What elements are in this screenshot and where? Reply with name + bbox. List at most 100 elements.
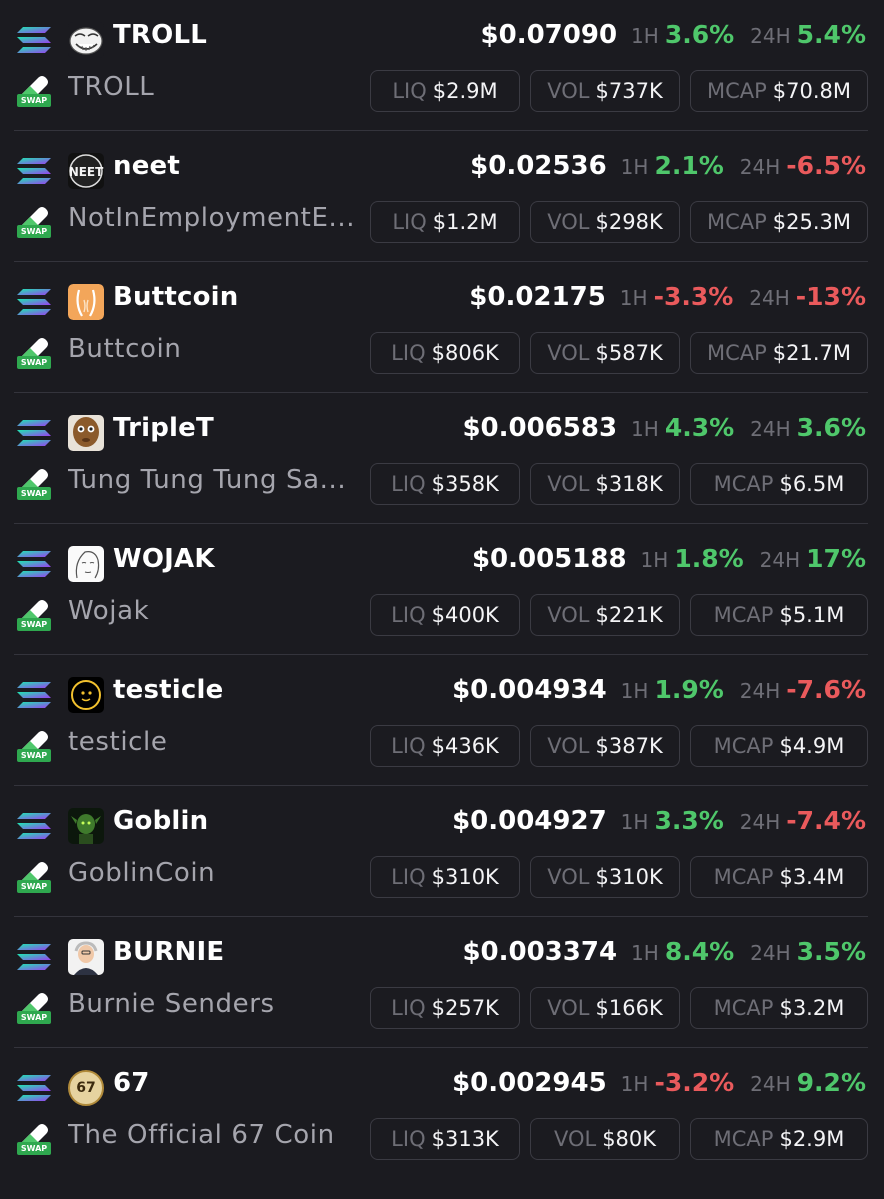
token-symbol[interactable]: Goblin <box>113 806 208 836</box>
price-line: $0.02536 1H 2.1% 24H -6.5% <box>470 151 866 181</box>
liquidity-pill: LIQ $1.2M <box>370 201 520 243</box>
change-24h-label: 24H <box>750 417 791 441</box>
token-row[interactable]: SWAP BURNIE Burnie Senders $0.003374 1H 8.4% 2… <box>14 917 868 1048</box>
change-24h-value: -13% <box>795 282 866 311</box>
swap-icon[interactable]: SWAP <box>16 1120 52 1156</box>
price-line: $0.004927 1H 3.3% 24H -7.4% <box>452 806 866 836</box>
token-symbol[interactable]: testicle <box>113 675 223 705</box>
token-symbol[interactable]: TripleT <box>113 413 214 443</box>
change-24h-label: 24H <box>739 679 781 703</box>
change-24h-label: 24H <box>750 24 791 48</box>
change-1h-value: 1.8% <box>674 544 744 573</box>
market-cap-value: $5.1M <box>779 603 845 627</box>
token-symbol[interactable]: TROLL <box>113 20 207 50</box>
solana-chain-icon <box>16 550 52 578</box>
token-row[interactable]: SWAP Buttcoin Buttcoin $0.02175 1H -3.3% 24H -1… <box>14 262 868 393</box>
token-stats: LIQ $806K VOL $587K MCAP $21.7M <box>370 332 868 374</box>
wojak-face-icon <box>68 546 104 582</box>
change-1h-label: 1H <box>631 417 659 441</box>
token-name: GoblinCoin <box>68 858 216 888</box>
volume-value: $166K <box>595 996 663 1020</box>
swap-icon[interactable]: SWAP <box>16 203 52 239</box>
change-1h-label: 1H <box>620 679 649 703</box>
token-symbol[interactable]: BURNIE <box>113 937 224 967</box>
liquidity-label: LIQ <box>391 1127 426 1151</box>
token-row[interactable]: SWAP 67 67 The Official 67 Coin $0.002945 1H -… <box>14 1048 868 1179</box>
volume-pill: VOL $737K <box>530 70 680 112</box>
change-24h-label: 24H <box>739 155 781 179</box>
token-row[interactable]: SWAP NEET neet NotInEmploymentE... $0.02536 1… <box>14 131 868 262</box>
token-row[interactable]: SWAP TripleT Tung Tung Tung Sa... $0.006583… <box>14 393 868 524</box>
volume-value: $80K <box>602 1127 657 1151</box>
liquidity-pill: LIQ $358K <box>370 463 520 505</box>
token-symbol[interactable]: WOJAK <box>113 544 215 574</box>
swap-icon[interactable]: SWAP <box>16 72 52 108</box>
token-row[interactable]: SWAP TROLL TROLL $0.07090 1H 3.6% 24H 5.4% LIQ $2… <box>14 0 868 131</box>
change-1h-label: 1H <box>620 155 649 179</box>
market-cap-pill: MCAP $3.2M <box>690 987 868 1029</box>
volume-pill: VOL $310K <box>530 856 680 898</box>
liquidity-value: $313K <box>431 1127 499 1151</box>
token-name: NotInEmploymentE... <box>68 203 356 233</box>
liquidity-label: LIQ <box>391 734 426 758</box>
change-1h-value: 3.3% <box>654 806 724 835</box>
change-24h-value: 5.4% <box>796 20 866 49</box>
change-24h-value: 3.5% <box>796 937 866 966</box>
solana-chain-icon <box>16 419 52 447</box>
token-row[interactable]: SWAP WOJAK Wojak $0.005188 1H 1.8% 24H 17% LIQ $4… <box>14 524 868 655</box>
token-stats: LIQ $400K VOL $221K MCAP $5.1M <box>370 594 868 636</box>
token-stats: LIQ $257K VOL $166K MCAP $3.2M <box>370 987 868 1029</box>
token-row[interactable]: SWAP Goblin GoblinCoin $0.004927 1H 3.3% 24H -7… <box>14 786 868 917</box>
liquidity-pill: LIQ $436K <box>370 725 520 767</box>
solana-chain-icon <box>16 26 52 54</box>
liquidity-label: LIQ <box>391 472 426 496</box>
swap-icon[interactable]: SWAP <box>16 465 52 501</box>
token-price: $0.002945 <box>452 1068 607 1098</box>
token-row[interactable]: SWAP testicle testicle $0.004934 1H 1.9% 24H -7… <box>14 655 868 786</box>
token-symbol[interactable]: neet <box>113 151 180 181</box>
change-24h-value: 3.6% <box>796 413 866 442</box>
token-price: $0.003374 <box>462 937 618 967</box>
swap-icon[interactable]: SWAP <box>16 989 52 1025</box>
token-price: $0.005188 <box>471 544 627 574</box>
change-1h-label: 1H <box>640 548 669 572</box>
volume-pill: VOL $221K <box>530 594 680 636</box>
market-cap-label: MCAP <box>713 603 774 627</box>
change-24h-label: 24H <box>750 1072 791 1096</box>
swap-icon[interactable]: SWAP <box>16 858 52 894</box>
liquidity-pill: LIQ $806K <box>370 332 520 374</box>
token-stats: LIQ $436K VOL $387K MCAP $4.9M <box>370 725 868 767</box>
volume-label: VOL <box>547 341 590 365</box>
token-symbol[interactable]: 67 <box>113 1068 150 1098</box>
solana-chain-icon <box>16 288 52 316</box>
token-stats: LIQ $313K VOL $80K MCAP $2.9M <box>370 1118 868 1160</box>
market-cap-pill: MCAP $70.8M <box>690 70 868 112</box>
change-1h-value: 2.1% <box>654 151 724 180</box>
swap-icon[interactable]: SWAP <box>16 727 52 763</box>
volume-value: $737K <box>595 79 663 103</box>
volume-pill: VOL $587K <box>530 332 680 374</box>
volume-label: VOL <box>547 734 590 758</box>
liquidity-value: $358K <box>431 472 499 496</box>
market-cap-pill: MCAP $21.7M <box>690 332 868 374</box>
change-24h-value: -7.4% <box>786 806 866 835</box>
change-24h-label: 24H <box>739 810 781 834</box>
volume-label: VOL <box>547 210 590 234</box>
change-1h-value: 1.9% <box>654 675 724 704</box>
solana-chain-icon <box>16 157 52 185</box>
swap-icon[interactable]: SWAP <box>16 596 52 632</box>
market-cap-value: $2.9M <box>779 1127 845 1151</box>
volume-value: $310K <box>595 865 663 889</box>
market-cap-value: $4.9M <box>779 734 845 758</box>
market-cap-pill: MCAP $25.3M <box>690 201 868 243</box>
market-cap-label: MCAP <box>706 79 767 103</box>
swap-icon[interactable]: SWAP <box>16 334 52 370</box>
token-symbol[interactable]: Buttcoin <box>113 282 238 312</box>
change-24h-value: -6.5% <box>786 151 866 180</box>
change-1h-value: 3.6% <box>664 20 735 49</box>
volume-label: VOL <box>547 865 590 889</box>
market-cap-value: $21.7M <box>772 341 852 365</box>
change-1h-label: 1H <box>631 941 659 965</box>
token-name: TROLL <box>68 72 155 102</box>
coin-67-label: 67 <box>76 1080 96 1096</box>
